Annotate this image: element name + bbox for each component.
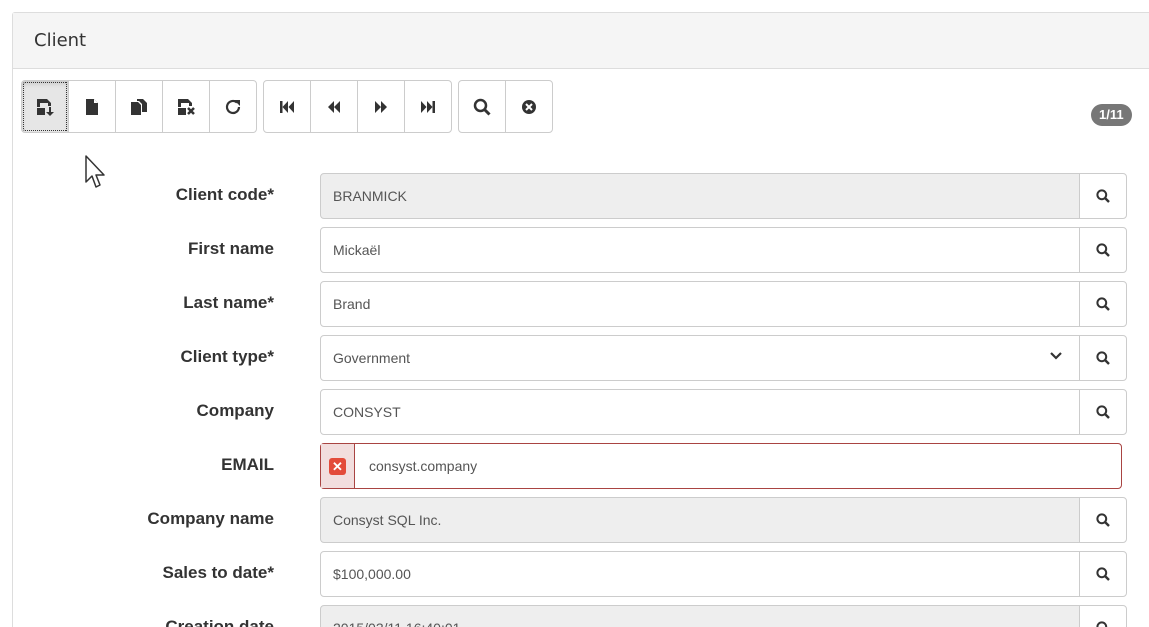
field-label: Last name* — [183, 293, 274, 312]
field-label: EMAIL — [221, 455, 274, 474]
field-lookup-button[interactable] — [1079, 497, 1127, 543]
new-record-button[interactable] — [68, 80, 116, 133]
search-icon — [1096, 405, 1110, 419]
field-input[interactable]: Consyst SQL Inc. — [320, 497, 1080, 543]
field-lookup-button[interactable] — [1079, 227, 1127, 273]
search-icon — [1096, 621, 1108, 627]
next-record-icon — [375, 100, 387, 113]
field-label: Client type* — [180, 347, 274, 366]
copy-record-button[interactable] — [115, 80, 163, 133]
chevron-down-icon — [1050, 352, 1062, 360]
field-label: Company name — [147, 509, 274, 528]
field-lookup-button[interactable] — [1079, 389, 1127, 435]
search-icon — [1096, 567, 1110, 581]
field-value: CONSYST — [333, 404, 401, 420]
field-value: $100,000.00 — [333, 566, 411, 582]
search-icon — [1096, 189, 1110, 203]
refresh-icon — [225, 99, 241, 114]
first-record-button[interactable] — [263, 80, 311, 133]
search-icon — [473, 98, 491, 116]
delete-record-button[interactable] — [162, 80, 210, 133]
clear-filter-button[interactable] — [505, 80, 553, 133]
field-input[interactable]: BRANMICK — [320, 173, 1080, 219]
new-record-icon — [86, 98, 98, 115]
refresh-button[interactable] — [209, 80, 257, 133]
form-row-2: Last name* Brand — [0, 281, 1149, 327]
search-button[interactable] — [458, 80, 506, 133]
search-icon — [1096, 297, 1110, 311]
field-input[interactable]: Brand — [320, 281, 1080, 327]
delete-record-icon — [178, 98, 195, 115]
validation-error-addon: ✕ — [321, 444, 355, 488]
field-label: Client code* — [175, 185, 274, 204]
form-row-8: Creation date 2015/03/11 16:40:01 — [0, 605, 1149, 627]
field-value: BRANMICK — [333, 188, 407, 204]
field-lookup-button[interactable] — [1079, 551, 1127, 597]
field-label: Company — [196, 401, 274, 420]
form-row-0: Client code* BRANMICK — [0, 173, 1149, 219]
next-record-button[interactable] — [357, 80, 405, 133]
field-lookup-button[interactable] — [1079, 281, 1127, 327]
field-lookup-button[interactable] — [1079, 173, 1127, 219]
form-row-6: Company name Consyst SQL Inc. — [0, 497, 1149, 543]
previous-record-icon — [328, 100, 340, 113]
field-value: 2015/03/11 16:40:01 — [333, 620, 460, 627]
form-row-1: First name Mickaël — [0, 227, 1149, 273]
field-input[interactable]: CONSYST — [320, 389, 1080, 435]
panel-heading: Client — [13, 13, 1149, 69]
field-input[interactable]: 2015/03/11 16:40:01 — [320, 605, 1080, 627]
previous-record-button[interactable] — [310, 80, 358, 133]
field-label: Creation date — [165, 617, 274, 627]
save-icon — [37, 98, 54, 116]
navigation-button-group — [263, 80, 452, 133]
clear-filter-icon — [522, 99, 536, 114]
field-value: Government — [333, 350, 411, 366]
form-row-3: Client type* Government — [0, 335, 1149, 381]
select-field[interactable]: Government — [320, 335, 1080, 381]
form-row-4: Company CONSYST — [0, 389, 1149, 435]
search-button-group — [458, 80, 553, 133]
last-record-button[interactable] — [404, 80, 452, 133]
field-lookup-button[interactable] — [1079, 605, 1127, 627]
record-toolbar — [21, 80, 559, 133]
field-lookup-button[interactable] — [1079, 335, 1127, 381]
panel-title: Client — [34, 30, 87, 51]
field-value: Mickaël — [333, 242, 381, 258]
save-button[interactable] — [21, 80, 69, 133]
search-icon — [1096, 513, 1110, 527]
error-icon: ✕ — [329, 457, 346, 475]
record-counter-badge: 1/11 — [1091, 104, 1132, 126]
field-label: Sales to date* — [162, 563, 275, 582]
email-field[interactable]: ✕ consyst.company — [320, 443, 1122, 489]
field-value: Consyst SQL Inc. — [333, 512, 442, 528]
field-value: consyst.company — [369, 458, 478, 474]
first-record-icon — [280, 100, 294, 113]
copy-record-icon — [131, 98, 147, 115]
form-row-7: Sales to date* $100,000.00 — [0, 551, 1149, 597]
field-label: First name — [188, 239, 274, 258]
edit-button-group — [21, 80, 257, 133]
field-input[interactable]: $100,000.00 — [320, 551, 1080, 597]
last-record-icon — [421, 100, 435, 113]
field-input[interactable]: Mickaël — [320, 227, 1080, 273]
field-value: Brand — [333, 296, 371, 312]
form-row-5: EMAIL ✕ consyst.company — [0, 443, 1149, 489]
search-icon — [1096, 351, 1110, 365]
search-icon — [1096, 243, 1110, 257]
